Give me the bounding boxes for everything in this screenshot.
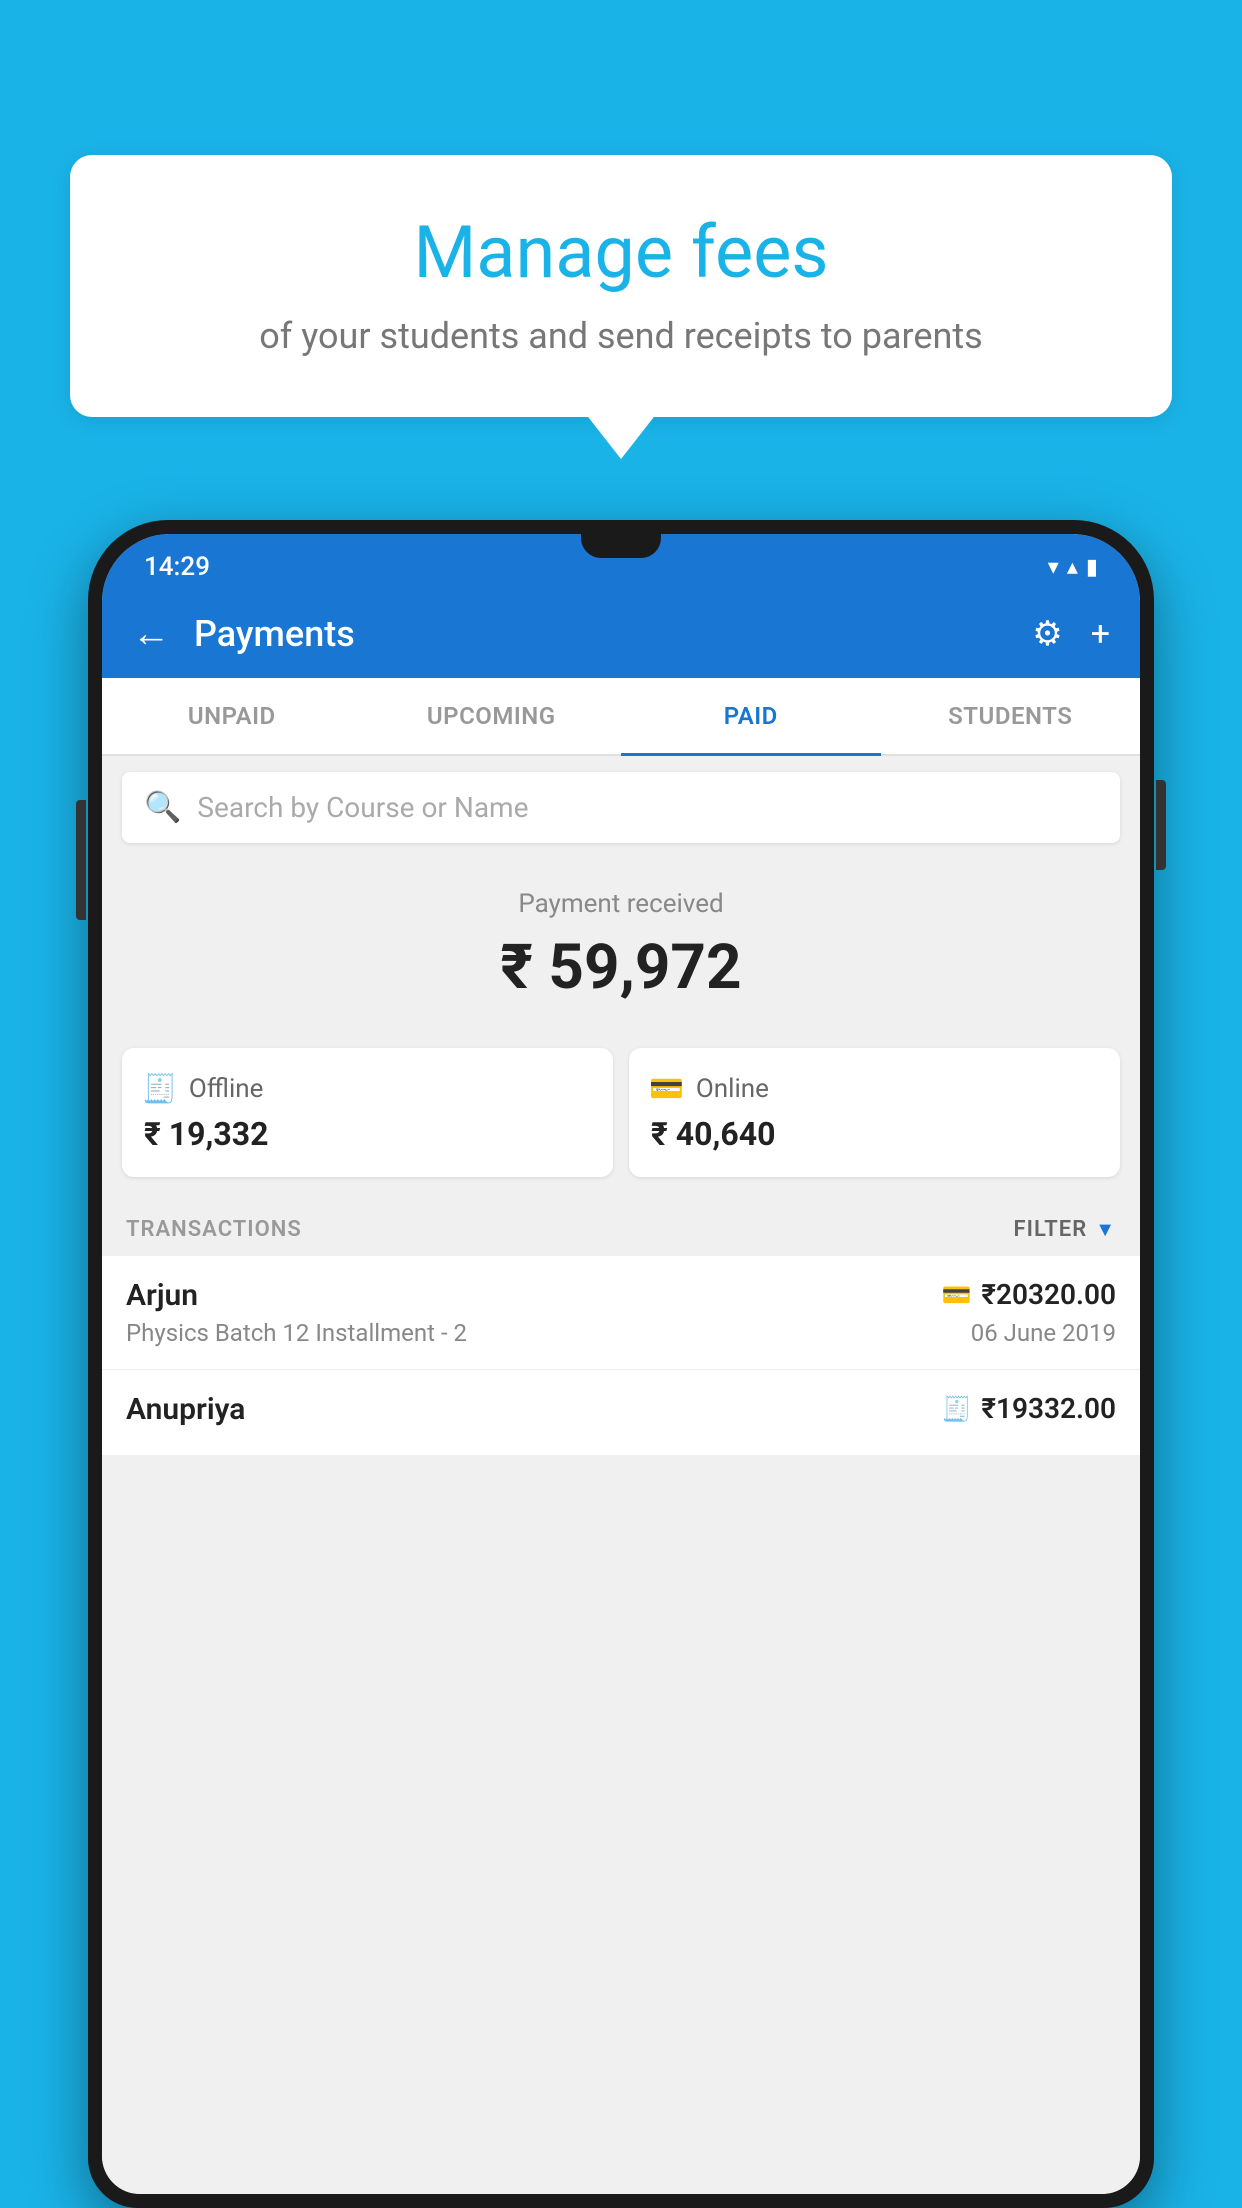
online-card-header: 💳 Online (649, 1072, 1100, 1105)
transaction-row-top: Anupriya 🧾 ₹19332.00 (126, 1392, 1116, 1427)
offline-label: Offline (189, 1074, 264, 1104)
payment-cards: 🧾 Offline ₹ 19,332 💳 Online ₹ 40,640 (102, 1048, 1140, 1197)
header-actions: ⚙ + (1032, 614, 1110, 654)
app-header: ← Payments ⚙ + (102, 590, 1140, 678)
transactions-header: TRANSACTIONS FILTER ▼ (102, 1197, 1140, 1256)
signal-icon: ▴ (1067, 555, 1078, 580)
phone-notch (581, 534, 661, 558)
search-input[interactable]: Search by Course or Name (197, 791, 528, 824)
transaction-amount: ₹20320.00 (981, 1278, 1116, 1311)
phone-screen: 14:29 ▾ ▴ ▮ ← Payments ⚙ + UNPAID UPCOMI… (102, 534, 1140, 2194)
content-area: 🔍 Search by Course or Name Payment recei… (102, 756, 1140, 2194)
transaction-course: Physics Batch 12 Installment - 2 (126, 1319, 467, 1347)
search-bar[interactable]: 🔍 Search by Course or Name (122, 772, 1120, 843)
tab-students[interactable]: STUDENTS (881, 678, 1141, 754)
offline-icon: 🧾 (142, 1072, 177, 1105)
payment-received-section: Payment received ₹ 59,972 (102, 859, 1140, 1048)
status-icons: ▾ ▴ ▮ (1048, 555, 1098, 580)
promo-section: Manage fees of your students and send re… (70, 155, 1172, 417)
transaction-amount-wrap: 🧾 ₹19332.00 (942, 1392, 1117, 1425)
transaction-amount: ₹19332.00 (981, 1392, 1116, 1425)
bubble-title: Manage fees (130, 210, 1112, 295)
filter-icon: ▼ (1095, 1217, 1116, 1242)
transaction-detail: Physics Batch 12 Installment - 2 06 June… (126, 1319, 1116, 1347)
back-button[interactable]: ← (132, 612, 170, 656)
phone-frame: 14:29 ▾ ▴ ▮ ← Payments ⚙ + UNPAID UPCOMI… (88, 520, 1154, 2208)
status-time: 14:29 (144, 552, 210, 582)
cash-payment-icon: 🧾 (942, 1395, 972, 1423)
bubble-subtitle: of your students and send receipts to pa… (130, 315, 1112, 357)
filter-button[interactable]: FILTER ▼ (1014, 1217, 1116, 1242)
payment-received-amount: ₹ 59,972 (122, 931, 1120, 1004)
settings-icon[interactable]: ⚙ (1032, 614, 1062, 654)
table-row[interactable]: Arjun 💳 ₹20320.00 Physics Batch 12 Insta… (102, 1256, 1140, 1370)
speech-bubble: Manage fees of your students and send re… (70, 155, 1172, 417)
add-icon[interactable]: + (1091, 614, 1110, 654)
transaction-date: 06 June 2019 (971, 1319, 1116, 1347)
tab-unpaid[interactable]: UNPAID (102, 678, 362, 754)
transaction-row-top: Arjun 💳 ₹20320.00 (126, 1278, 1116, 1313)
online-card: 💳 Online ₹ 40,640 (629, 1048, 1120, 1177)
wifi-icon: ▾ (1048, 555, 1059, 580)
transaction-name: Anupriya (126, 1392, 245, 1427)
transactions-label: TRANSACTIONS (126, 1217, 302, 1242)
offline-amount: ₹ 19,332 (144, 1115, 593, 1153)
tab-paid[interactable]: PAID (621, 678, 881, 754)
tabs-bar: UNPAID UPCOMING PAID STUDENTS (102, 678, 1140, 756)
transaction-amount-wrap: 💳 ₹20320.00 (942, 1278, 1117, 1311)
card-payment-icon: 💳 (942, 1281, 972, 1309)
battery-icon: ▮ (1086, 555, 1098, 580)
transaction-name: Arjun (126, 1278, 198, 1313)
transaction-list: Arjun 💳 ₹20320.00 Physics Batch 12 Insta… (102, 1256, 1140, 1456)
page-title: Payments (194, 613, 1032, 655)
online-label: Online (696, 1074, 769, 1104)
online-amount: ₹ 40,640 (651, 1115, 1100, 1153)
filter-label: FILTER (1014, 1217, 1088, 1242)
payment-received-label: Payment received (122, 889, 1120, 919)
offline-card: 🧾 Offline ₹ 19,332 (122, 1048, 613, 1177)
table-row[interactable]: Anupriya 🧾 ₹19332.00 (102, 1370, 1140, 1456)
tab-upcoming[interactable]: UPCOMING (362, 678, 622, 754)
search-icon: 🔍 (144, 790, 181, 825)
offline-card-header: 🧾 Offline (142, 1072, 593, 1105)
online-icon: 💳 (649, 1072, 684, 1105)
